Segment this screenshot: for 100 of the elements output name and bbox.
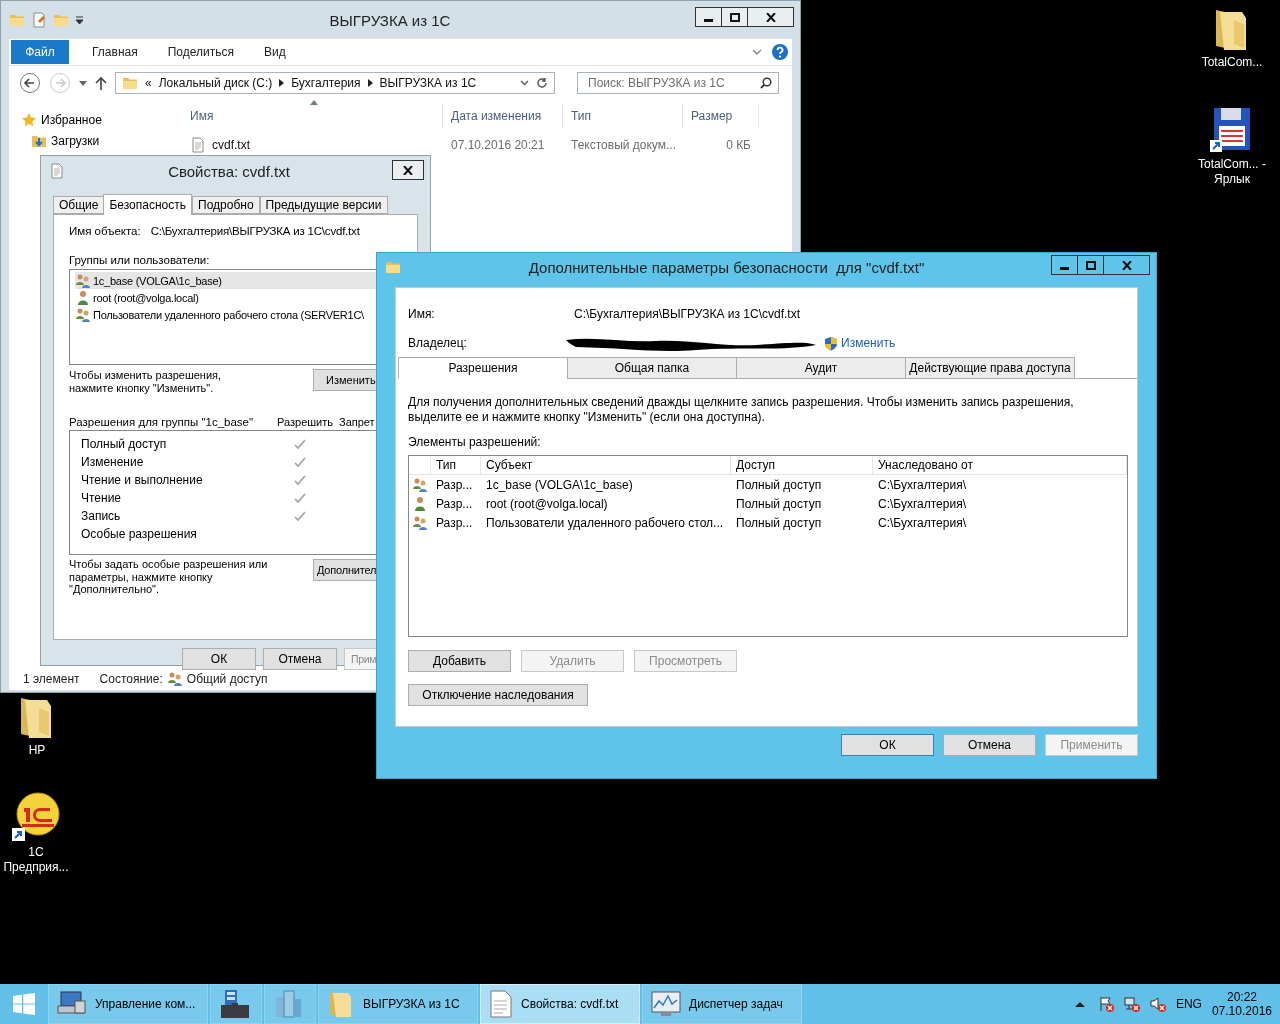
taskbar-button[interactable]: ВЫГРУЗКА из 1С bbox=[318, 984, 478, 1024]
close-button[interactable] bbox=[747, 7, 794, 27]
folder-icon bbox=[385, 259, 401, 275]
tab[interactable]: Разрешения bbox=[398, 357, 568, 379]
properties-icon[interactable] bbox=[31, 12, 47, 28]
user-icon bbox=[75, 289, 91, 306]
language-indicator[interactable]: ENG bbox=[1175, 997, 1202, 1011]
dialog-button[interactable]: Отмена bbox=[263, 647, 337, 670]
chevron-icon[interactable] bbox=[752, 48, 762, 56]
window-title: Свойства: cvdf.txt bbox=[167, 162, 291, 180]
app-shortcut-icon[interactable] bbox=[10, 792, 62, 842]
help-icon[interactable] bbox=[772, 44, 788, 60]
tab[interactable]: Безопасность bbox=[103, 194, 192, 215]
refresh-icon[interactable] bbox=[536, 77, 548, 89]
tab[interactable]: Общие bbox=[53, 196, 105, 214]
users-icon bbox=[412, 514, 428, 531]
close-button[interactable] bbox=[1103, 255, 1150, 275]
search-field[interactable]: Поиск: ВЫГРУЗКА из 1С bbox=[577, 72, 779, 94]
customize-icon[interactable] bbox=[75, 15, 84, 25]
shield-icon[interactable] bbox=[824, 335, 838, 351]
tab[interactable]: Общая папка bbox=[567, 357, 737, 379]
minimize-button[interactable] bbox=[1051, 255, 1078, 275]
address-bar[interactable]: « Локальный диск (C:) Бухгалтерия ВЫГРУЗКА из 1С bbox=[115, 72, 555, 94]
speaker-icon[interactable] bbox=[1149, 996, 1166, 1012]
column-header[interactable]: Субъект bbox=[481, 456, 731, 474]
ribbon-tab[interactable]: Поделиться bbox=[152, 45, 249, 59]
dialog-button[interactable]: ОК bbox=[841, 734, 934, 756]
new-folder-icon bbox=[53, 12, 69, 28]
tab[interactable]: Действующие права доступа bbox=[905, 357, 1075, 379]
search-input[interactable]: Поиск: ВЫГРУЗКА из 1С bbox=[586, 75, 760, 91]
column-header[interactable]: Доступ bbox=[731, 456, 873, 474]
table-row[interactable]: Разр... 1c_base (VOLGA\1c_base) Полный доступ C:\Бухгалтерия\ bbox=[409, 475, 1127, 494]
file-tab[interactable]: Файл bbox=[11, 40, 69, 64]
separator-icon[interactable] bbox=[279, 79, 285, 87]
entry-button[interactable]: Добавить bbox=[408, 650, 511, 672]
desktop-icon-label[interactable]: HP bbox=[0, 743, 75, 758]
network-icon[interactable] bbox=[1123, 996, 1140, 1012]
field-label: Имя: bbox=[408, 307, 436, 321]
column-header[interactable]: Тип bbox=[431, 456, 481, 474]
ribbon-tab[interactable]: Главная bbox=[77, 45, 153, 59]
column-header[interactable]: Размер bbox=[683, 104, 759, 128]
desktop-icon-label[interactable]: TotalCom... bbox=[1194, 55, 1270, 70]
status-label: Состояние: bbox=[99, 672, 163, 686]
desktop-icon-label[interactable]: TotalCom... - Ярлык bbox=[1194, 157, 1270, 187]
tab[interactable]: Аудит bbox=[736, 357, 906, 379]
dialog-button[interactable]: ОК bbox=[182, 647, 256, 670]
column-header[interactable]: Унаследовано от bbox=[873, 456, 1127, 474]
desktop-icon-label[interactable]: 1С Предприя... bbox=[0, 845, 74, 875]
user-icon bbox=[412, 495, 428, 512]
maximize-button[interactable] bbox=[1077, 255, 1104, 275]
taskbar-button[interactable] bbox=[210, 984, 262, 1024]
table-cell: Полный доступ bbox=[736, 496, 822, 511]
table-cell: Разр... bbox=[436, 496, 473, 511]
column-header[interactable]: Тип bbox=[563, 104, 683, 128]
folder-icon bbox=[9, 12, 25, 28]
taskbar-button[interactable]: Диспетчер задач bbox=[642, 984, 802, 1024]
object-path: C:\Бухгалтерия\ВЫГРУЗКА из 1С\cvdf.txt bbox=[150, 225, 360, 237]
clock[interactable]: 20:22 07.10.2016 bbox=[1211, 990, 1272, 1018]
flag-icon[interactable] bbox=[1097, 996, 1114, 1012]
chevron-icon[interactable] bbox=[520, 80, 529, 86]
users-icon bbox=[75, 272, 91, 289]
users-icon bbox=[75, 306, 91, 323]
table-cell: C:\Бухгалтерия\ bbox=[878, 477, 966, 492]
permission-name: Запись bbox=[81, 509, 122, 523]
ribbon-tab[interactable]: Вид bbox=[248, 45, 301, 59]
window-title: Дополнительные параметры безопасности для "cvdf.txt" bbox=[527, 258, 926, 276]
permission-name: Особые разрешения bbox=[81, 527, 198, 541]
change-owner-link[interactable]: Изменить bbox=[841, 336, 896, 350]
back-button[interactable] bbox=[19, 72, 41, 94]
breadcrumb[interactable]: Бухгалтерия bbox=[291, 76, 361, 90]
up-arrow-icon[interactable] bbox=[95, 76, 107, 90]
separator-icon[interactable] bbox=[367, 79, 373, 87]
search-icon bbox=[760, 77, 772, 89]
task-manager-icon bbox=[651, 990, 681, 1018]
breadcrumb[interactable]: ВЫГРУЗКА из 1С bbox=[379, 76, 477, 90]
table-row[interactable]: Разр... root (root@volga.local) Полный доступ C:\Бухгалтерия\ bbox=[409, 494, 1127, 513]
column-header[interactable]: Дата изменения bbox=[443, 104, 563, 128]
table-row[interactable]: Разр... Пользователи удаленного рабочего стол... Полный доступ C:\Бухгалтерия\ bbox=[409, 513, 1127, 532]
permission-name: Чтение bbox=[81, 491, 123, 505]
sort-arrow-icon bbox=[310, 100, 318, 105]
table-cell: Разр... bbox=[436, 515, 473, 530]
caret-icon[interactable] bbox=[79, 80, 87, 86]
tab[interactable]: Подробно bbox=[192, 196, 260, 214]
minimize-button[interactable] bbox=[695, 7, 722, 27]
nav-item[interactable]: Избранное bbox=[21, 112, 173, 128]
close-button[interactable] bbox=[392, 160, 424, 180]
file-name[interactable]: cvdf.txt bbox=[173, 137, 443, 153]
maximize-icon bbox=[1085, 260, 1096, 270]
table-cell: Разр... bbox=[436, 477, 473, 492]
breadcrumb[interactable]: Локальный диск (C:) bbox=[158, 76, 273, 90]
tab[interactable]: Предыдущие версии bbox=[259, 196, 388, 214]
permission-name: Полный доступ bbox=[81, 437, 168, 451]
nav-item[interactable]: Загрузки bbox=[21, 133, 173, 149]
maximize-button[interactable] bbox=[721, 7, 748, 27]
taskbar-button[interactable]: Управление ком... bbox=[48, 984, 208, 1024]
folder-icon bbox=[122, 75, 138, 91]
dialog-button[interactable]: Отмена bbox=[943, 734, 1036, 756]
taskbar-button[interactable]: Свойства: cvdf.txt bbox=[480, 984, 640, 1024]
disable-inheritance-button[interactable]: Отключение наследования bbox=[408, 684, 588, 706]
hint-text: Чтобы задать особые разрешения или параметры, нажмите кнопку "Дополнительно". bbox=[69, 558, 269, 596]
